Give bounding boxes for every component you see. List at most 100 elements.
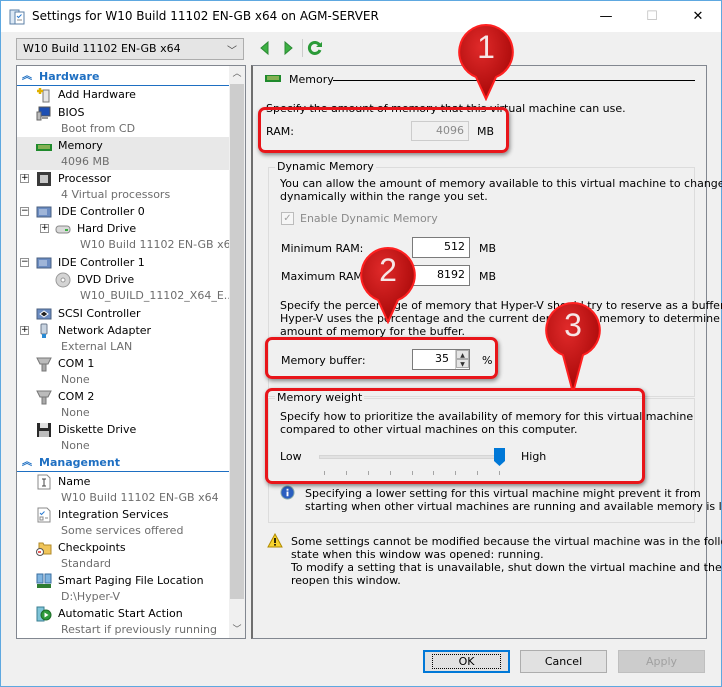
tree-item-network-adapter[interactable]: + Network Adapter External LAN: [17, 322, 230, 355]
spin-up-icon[interactable]: ▲: [456, 350, 469, 359]
integration-services-icon: [37, 507, 51, 523]
title-bar: Settings for W10 Build 11102 EN-GB x64 o…: [1, 1, 721, 32]
dynamic-desc-line: dynamically within the range you set.: [280, 190, 488, 203]
tree-item-ide-controller-0[interactable]: − IDE Controller 0: [17, 203, 230, 220]
tree-item-label: Hard Drive: [77, 222, 137, 235]
memory-icon: [36, 144, 52, 151]
cancel-button[interactable]: Cancel: [520, 650, 607, 673]
memory-header-label: Memory: [289, 73, 334, 86]
checkpoints-icon: [36, 542, 52, 556]
scroll-up-icon[interactable]: ︿: [229, 66, 245, 82]
tree-item-com-2[interactable]: COM 2 None: [17, 388, 230, 421]
tree-item-sub: Restart if previously running: [61, 623, 217, 636]
tree-item-sub: Some services offered: [61, 524, 184, 537]
minimize-button[interactable]: —: [583, 1, 629, 32]
close-button[interactable]: ✕: [675, 1, 721, 32]
minimum-ram-label: Minimum RAM:: [281, 242, 364, 255]
tree-item-label: DVD Drive: [77, 273, 135, 286]
dynamic-desc-line: You can allow the amount of memory avail…: [280, 177, 722, 190]
section-hardware[interactable]: ︽ Hardware: [17, 68, 230, 86]
tree-item-bios[interactable]: BIOS Boot from CD: [17, 104, 230, 137]
ok-button[interactable]: OK: [423, 650, 510, 673]
tree-item-integration-services[interactable]: Integration Services Some services offer…: [17, 506, 230, 539]
buffer-desc-line: amount of memory for the buffer.: [280, 325, 465, 338]
info-text-line: starting when other virtual machines are…: [305, 500, 722, 513]
weight-low-label: Low: [280, 450, 302, 463]
tree-item-diskette-drive[interactable]: Diskette Drive None: [17, 421, 230, 454]
slider-tick: [455, 471, 457, 475]
refresh-icon[interactable]: [307, 40, 323, 56]
collapse-icon[interactable]: −: [20, 258, 29, 267]
warning-text-line: Some settings cannot be modified because…: [291, 535, 722, 548]
add-hardware-icon: [37, 88, 50, 103]
spin-down-icon[interactable]: ▼: [456, 359, 469, 368]
tree-item-hard-drive[interactable]: + Hard Drive W10 Build 11102 EN-GB x6...: [17, 220, 241, 253]
tree-item-dvd-drive[interactable]: DVD Drive W10_BUILD_11102_X64_E...: [17, 271, 234, 304]
tree-item-sub: D:\Hyper-V: [61, 590, 121, 603]
memory-weight-slider-track[interactable]: [319, 455, 501, 459]
maximum-ram-label: Maximum RAM:: [281, 270, 367, 283]
tree-item-smart-paging[interactable]: Smart Paging File Location D:\Hyper-V: [17, 572, 230, 605]
tree-item-sub: External LAN: [61, 340, 133, 353]
header-divider: [333, 80, 695, 81]
apply-button[interactable]: Apply: [618, 650, 705, 673]
tree-item-add-hardware[interactable]: Add Hardware: [17, 86, 230, 104]
enable-dynamic-memory-label: Enable Dynamic Memory: [300, 212, 438, 225]
tree-scrollbar[interactable]: ︿ ﹀: [229, 65, 246, 639]
maximize-button[interactable]: ☐: [629, 1, 675, 32]
info-text-line: Specifying a lower setting for this virt…: [305, 487, 701, 500]
com-port-icon: [36, 357, 52, 372]
processor-icon: [37, 172, 51, 186]
tree-item-label: Integration Services: [58, 508, 169, 521]
tree-item-automatic-start-action[interactable]: Automatic Start Action Restart if previo…: [17, 605, 230, 638]
settings-tree: ︽ Hardware Add Hardware BIOS Boot from C…: [16, 65, 245, 639]
tree-item-processor[interactable]: + Processor 4 Virtual processors: [17, 170, 230, 203]
tree-item-sub: W10_BUILD_11102_X64_E...: [80, 289, 235, 302]
section-management[interactable]: ︽ Management: [17, 454, 230, 472]
com-port-icon: [36, 390, 52, 405]
memory-buffer-spinner[interactable]: ▲ ▼: [455, 350, 469, 369]
tree-item-scsi-controller[interactable]: SCSI Controller: [17, 305, 230, 322]
collapse-double-chevron-icon: ︽: [22, 457, 32, 468]
slider-tick: [499, 471, 500, 475]
tree-item-name[interactable]: Name W10 Build 11102 EN-GB x64: [17, 473, 230, 506]
settings-window: Settings for W10 Build 11102 EN-GB x64 o…: [0, 0, 722, 687]
collapse-icon[interactable]: −: [20, 207, 29, 216]
dvd-drive-icon: [55, 272, 71, 288]
enable-dynamic-memory-checkbox[interactable]: ✓: [281, 212, 294, 225]
network-adapter-icon: [40, 323, 48, 338]
tree-item-label: IDE Controller 1: [58, 256, 145, 269]
section-management-label: Management: [39, 456, 120, 469]
name-icon: [37, 474, 51, 490]
warning-text-line: To modify a setting that is unavailable,…: [291, 561, 722, 574]
bios-icon: [36, 106, 51, 121]
minimum-ram-field[interactable]: 512: [412, 237, 470, 258]
ok-button-label: OK: [431, 654, 502, 669]
tree-item-label: Add Hardware: [58, 88, 136, 101]
tree-item-com-1[interactable]: COM 1 None: [17, 355, 230, 388]
tree-item-label: Diskette Drive: [58, 423, 137, 436]
expand-icon[interactable]: +: [20, 326, 29, 335]
tree-item-sub: 4 Virtual processors: [61, 188, 171, 201]
vm-select-dropdown[interactable]: W10 Build 11102 EN-GB x64 ﹀: [16, 38, 244, 60]
scroll-down-icon[interactable]: ﹀: [229, 622, 245, 638]
tree-item-ide-controller-1[interactable]: − IDE Controller 1: [17, 254, 230, 271]
weight-high-label: High: [521, 450, 547, 463]
chevron-down-icon: ﹀: [227, 46, 237, 57]
collapse-double-chevron-icon: ︽: [22, 71, 32, 82]
tree-item-label: Name: [58, 475, 91, 488]
tree-item-sub: 4096 MB: [61, 155, 110, 168]
scrollbar-thumb[interactable]: [230, 84, 244, 599]
forward-arrow-icon[interactable]: [280, 40, 296, 56]
tree-item-memory[interactable]: Memory 4096 MB: [17, 137, 230, 170]
ram-field[interactable]: 4096: [411, 121, 469, 141]
memory-weight-slider-thumb[interactable]: [494, 448, 505, 466]
weight-desc-line: Specify how to prioritize the availabili…: [280, 410, 694, 423]
maximum-ram-field[interactable]: 8192: [412, 265, 470, 286]
expand-icon[interactable]: +: [20, 174, 29, 183]
expand-icon[interactable]: +: [40, 224, 49, 233]
tree-item-sub: Boot from CD: [61, 122, 136, 135]
tree-item-checkpoints[interactable]: Checkpoints Standard: [17, 539, 230, 572]
weight-desc-line: compared to other virtual machines on th…: [280, 423, 578, 436]
back-arrow-icon[interactable]: [257, 40, 273, 56]
